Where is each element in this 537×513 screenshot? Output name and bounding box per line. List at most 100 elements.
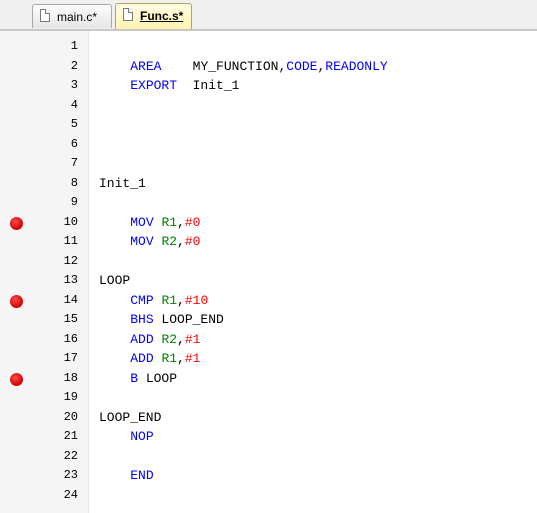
line-number: 19 (63, 390, 78, 404)
code-token: , (177, 234, 185, 249)
tab-bar: main.c* Func.s* (0, 0, 537, 31)
code-line[interactable]: 9 (0, 193, 537, 212)
line-number: 9 (70, 195, 78, 209)
tab-main-c[interactable]: main.c* (32, 4, 112, 28)
tab-func-s[interactable]: Func.s* (115, 3, 192, 29)
code-line[interactable]: 18 B LOOP (0, 369, 537, 388)
code-token: AREA (130, 58, 162, 74)
code-line[interactable]: 16 ADD R2,#1 (0, 330, 537, 349)
line-number: 21 (63, 429, 78, 443)
code-line[interactable]: 12 (0, 252, 537, 271)
code-text: CMP R1,#10 (99, 293, 208, 308)
code-text: MOV R1,#0 (99, 215, 200, 230)
tab-label: Func.s* (140, 9, 184, 23)
code-text: END (99, 468, 154, 483)
document-icon (40, 9, 50, 22)
code-token: CMP (130, 292, 154, 308)
line-number: 22 (63, 448, 78, 463)
code-token: R2 (161, 331, 178, 347)
code-text: LOOP (99, 273, 130, 288)
code-token: MOV (130, 234, 154, 249)
code-token: , (177, 214, 185, 230)
code-line[interactable]: 5 (0, 115, 537, 134)
line-number: 23 (63, 468, 78, 482)
code-token: , (177, 292, 185, 308)
line-number: 11 (63, 234, 78, 248)
code-token: EXPORT (130, 78, 178, 93)
code-text: AREA MY_FUNCTION,CODE,READONLY (99, 59, 388, 74)
code-line[interactable]: 14 CMP R1,#10 (0, 291, 537, 310)
code-token: NOP (130, 429, 154, 444)
code-line[interactable]: 22 (0, 447, 537, 466)
code-text: LOOP_END (99, 410, 161, 425)
line-number: 6 (70, 136, 78, 151)
code-line[interactable]: 3 EXPORT Init_1 (0, 76, 537, 95)
code-token: #1 (184, 331, 201, 347)
code-token: , (177, 331, 185, 347)
line-number: 2 (70, 58, 78, 73)
line-number: 3 (70, 78, 78, 92)
code-line[interactable]: 15 BHS LOOP_END (0, 310, 537, 329)
code-line[interactable]: 2 AREA MY_FUNCTION,CODE,READONLY (0, 57, 537, 76)
code-line[interactable]: 23 END (0, 466, 537, 485)
document-icon (123, 8, 133, 21)
code-line[interactable]: 1 (0, 37, 537, 56)
code-text: ADD R1,#1 (99, 351, 200, 366)
code-token: #0 (184, 234, 201, 249)
code-token: LOOP_END (153, 312, 224, 327)
breakpoint-icon[interactable] (10, 216, 23, 230)
code-token: R1 (161, 351, 178, 366)
code-line[interactable]: 19 (0, 388, 537, 407)
code-line[interactable]: 11 MOV R2,#0 (0, 232, 537, 251)
code-text: BHS LOOP_END (99, 312, 224, 327)
line-number: 4 (70, 97, 78, 112)
code-line[interactable]: 13 LOOP (0, 271, 537, 290)
code-token: LOOP (99, 273, 131, 288)
code-token: R1 (161, 214, 178, 230)
line-number: 8 (70, 175, 78, 190)
breakpoint-icon[interactable] (10, 294, 23, 308)
code-line[interactable]: 20 LOOP_END (0, 408, 537, 427)
line-number: 13 (63, 273, 78, 287)
code-line[interactable]: 21 NOP (0, 427, 537, 446)
code-line[interactable]: 24 (0, 486, 537, 505)
code-token: Init_1 (177, 78, 240, 93)
line-number: 20 (63, 409, 78, 424)
line-number: 10 (63, 214, 78, 229)
code-token: , (177, 351, 185, 366)
code-line[interactable]: 8 Init_1 (0, 174, 537, 193)
code-editor[interactable]: 12 AREA MY_FUNCTION,CODE,READONLY 3 EXPOR… (0, 31, 537, 513)
line-number: 18 (63, 370, 78, 385)
line-number: 15 (63, 312, 78, 326)
code-token: #10 (184, 292, 209, 308)
code-token: LOOP (138, 370, 178, 386)
line-number: 1 (70, 39, 78, 53)
code-token: MY_FUNCTION, (161, 58, 287, 74)
code-token: READONLY (325, 58, 388, 74)
code-line[interactable]: 7 (0, 154, 537, 173)
line-number: 5 (70, 117, 78, 131)
code-line[interactable]: 4 (0, 96, 537, 115)
code-line[interactable]: 17 ADD R1,#1 (0, 349, 537, 368)
breakpoint-icon[interactable] (10, 372, 23, 386)
line-number: 17 (63, 351, 78, 365)
code-line[interactable]: 6 (0, 135, 537, 154)
line-number: 14 (63, 292, 78, 307)
line-number: 16 (63, 331, 78, 346)
line-number: 12 (63, 253, 78, 268)
code-token: MOV (130, 214, 154, 230)
code-text: B LOOP (99, 371, 177, 386)
code-token: ADD (130, 351, 154, 366)
code-token: R1 (161, 292, 178, 308)
code-token: ADD (130, 331, 154, 347)
code-line[interactable]: 10 MOV R1,#0 (0, 213, 537, 232)
code-text: MOV R2,#0 (99, 234, 200, 249)
code-token: END (130, 468, 154, 483)
